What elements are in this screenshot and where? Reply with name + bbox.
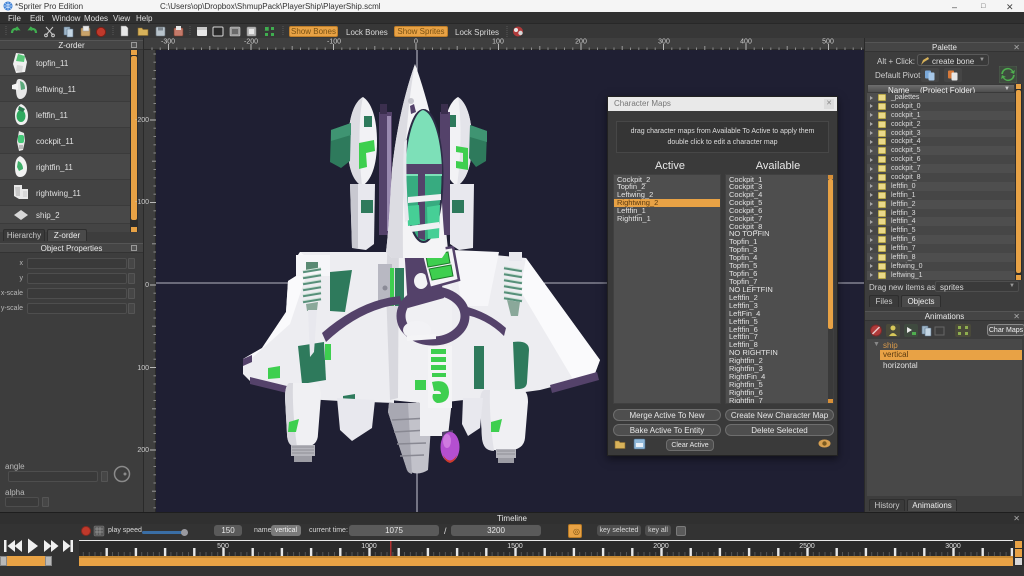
svg-text:500: 500 <box>217 543 229 550</box>
svg-text:1500: 1500 <box>507 543 523 550</box>
svg-text:-300: -300 <box>161 39 175 46</box>
svg-text:-200: -200 <box>135 117 149 124</box>
svg-text:400: 400 <box>740 39 752 46</box>
svg-text:100: 100 <box>492 39 504 46</box>
svg-text:200: 200 <box>137 447 149 454</box>
svg-text:3000: 3000 <box>945 543 961 550</box>
svg-text:-200: -200 <box>244 39 258 46</box>
svg-text:500: 500 <box>822 39 834 46</box>
svg-text:200: 200 <box>575 39 587 46</box>
svg-text:0: 0 <box>414 39 418 46</box>
svg-text:300: 300 <box>658 39 670 46</box>
svg-text:2000: 2000 <box>653 543 669 550</box>
svg-text:-100: -100 <box>327 39 341 46</box>
svg-text:1000: 1000 <box>361 543 377 550</box>
svg-text:2500: 2500 <box>799 543 815 550</box>
svg-text:0: 0 <box>145 282 149 289</box>
svg-text:100: 100 <box>137 365 149 372</box>
svg-text:-100: -100 <box>135 199 149 206</box>
